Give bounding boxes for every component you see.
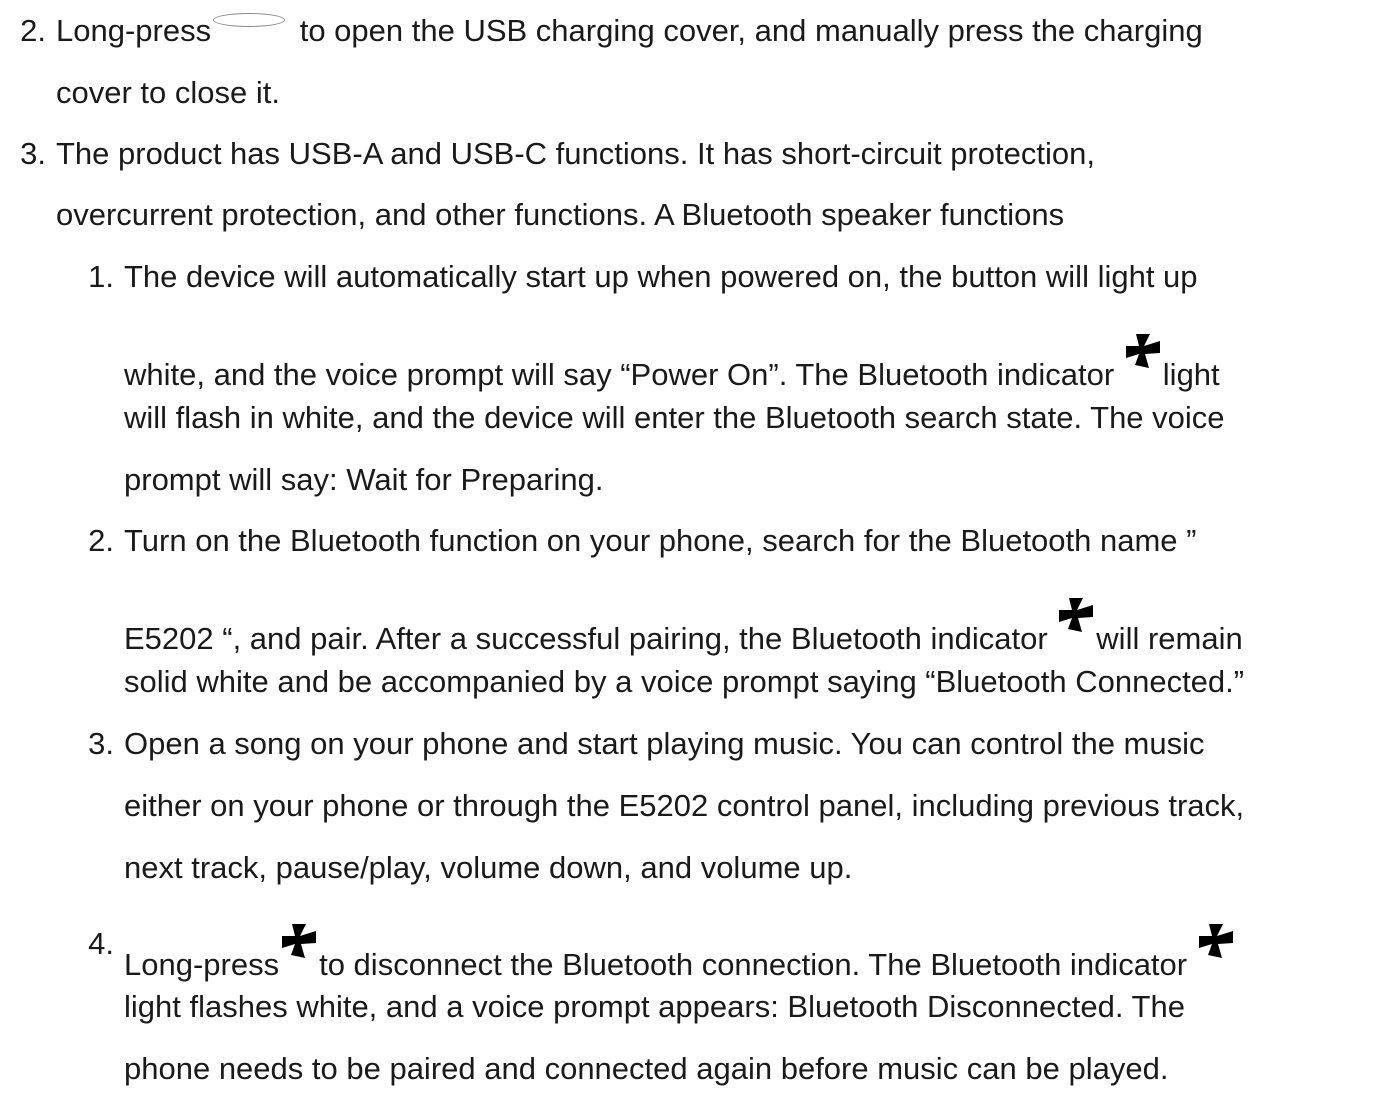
list-item-line: solid white and be accompanied by a voic… [124, 664, 1245, 699]
bluetooth-icon [1123, 331, 1163, 371]
line-text: E5202 “, and pair. After a successful pa… [124, 621, 1057, 656]
list-item-number: 1. [88, 259, 114, 294]
list-item-line: next track, pause/play, volume down, and… [124, 850, 853, 885]
list-item-number: 2. [88, 523, 114, 558]
line-text: to open the USB charging cover, and manu… [291, 13, 1203, 48]
list-item-number: 2. [20, 13, 46, 48]
bluetooth-icon [1056, 595, 1096, 635]
line-text: will remain [1096, 621, 1243, 656]
oval-button-icon [213, 13, 286, 27]
list-item-line: prompt will say: Wait for Preparing. [124, 462, 604, 497]
list-item-line: The device will automatically start up w… [124, 259, 1198, 294]
document-page: 2. Long-press to open the USB charging c… [0, 0, 1396, 1093]
list-item-line: phone needs to be paired and connected a… [124, 1051, 1169, 1086]
list-item-line: Open a song on your phone and start play… [124, 726, 1205, 761]
bluetooth-icon [1196, 921, 1236, 961]
list-item-line: Turn on the Bluetooth function on your p… [124, 523, 1197, 558]
list-item-line: overcurrent protection, and other functi… [56, 197, 1065, 232]
line-text: light [1162, 357, 1220, 392]
list-item-line: white, and the voice prompt will say “Po… [124, 331, 1220, 398]
list-item-line: will flash in white, and the device will… [124, 400, 1225, 435]
line-text: white, and the voice prompt will say “Po… [124, 357, 1123, 392]
line-text: Long-press [56, 13, 212, 48]
list-item-number: 3. [20, 136, 46, 171]
list-item-line: cover to close it. [56, 75, 280, 110]
list-item-number: 3. [88, 726, 114, 761]
list-item-line: E5202 “, and pair. After a successful pa… [124, 595, 1243, 662]
list-item-number: 4. [88, 926, 114, 961]
list-item-line: Long-press to open the USB charging cove… [56, 8, 1203, 54]
bluetooth-icon [279, 921, 319, 961]
list-item-line: either on your phone or through the E520… [124, 788, 1245, 823]
line-text: to disconnect the Bluetooth connection. … [319, 947, 1196, 982]
list-item-line: The product has USB-A and USB-C function… [56, 136, 1095, 171]
line-text: Long-press [124, 947, 280, 982]
list-item-line: light flashes white, and a voice prompt … [124, 989, 1185, 1024]
list-item-line: Long-press to disconnect the Bluetooth co… [124, 921, 1236, 988]
